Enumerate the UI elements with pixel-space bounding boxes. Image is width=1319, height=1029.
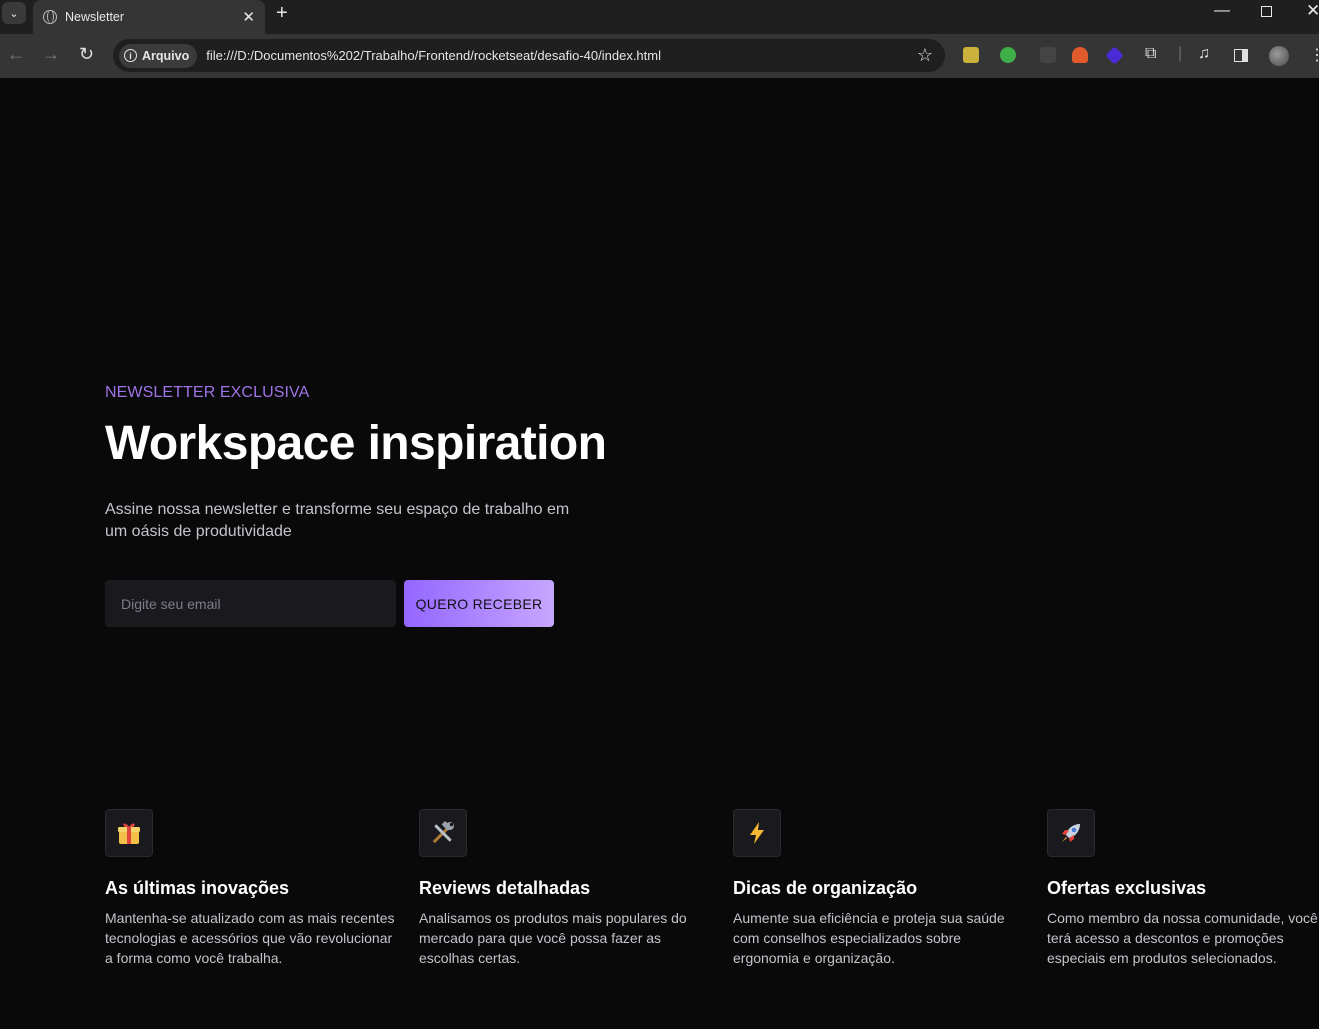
- forward-arrow-icon[interactable]: →: [42, 44, 60, 65]
- feature-card: Ofertas exclusivas Como membro da nossa …: [1047, 809, 1319, 968]
- page-content: NEWSLETTER EXCLUSIVA Workspace inspirati…: [0, 78, 1319, 1029]
- window-close-button[interactable]: ✕: [1306, 1, 1319, 21]
- hero-title: Workspace inspiration: [105, 417, 607, 470]
- feature-text: Analisamos os produtos mais populares do…: [419, 910, 687, 966]
- extension-icon[interactable]: [963, 47, 979, 63]
- side-panel-icon[interactable]: [1234, 49, 1248, 62]
- toolbar-divider: |: [1178, 45, 1183, 62]
- site-info-chip[interactable]: i Arquivo: [119, 43, 198, 68]
- maximize-button[interactable]: [1261, 6, 1272, 17]
- reload-icon[interactable]: ↻: [79, 44, 94, 65]
- hero-section: NEWSLETTER EXCLUSIVA Workspace inspirati…: [105, 384, 665, 627]
- chevron-down-icon: ⌄: [9, 7, 19, 20]
- globe-icon: [43, 10, 57, 24]
- extension-icon[interactable]: [1072, 47, 1088, 63]
- tools-icon: [433, 821, 454, 843]
- feature-title: Dicas de organização: [733, 878, 918, 898]
- info-icon: i: [124, 49, 137, 62]
- address-bar[interactable]: i Arquivo file:///D:/Documentos%202/Trab…: [113, 39, 945, 72]
- gift-icon: [118, 823, 140, 844]
- back-arrow-icon[interactable]: ←: [7, 44, 25, 65]
- hero-tag: NEWSLETTER EXCLUSIVA: [105, 384, 310, 401]
- feature-card: Reviews detalhadas Analisamos os produto…: [419, 809, 709, 968]
- rocket-icon: [1062, 824, 1080, 842]
- tab-title: Newsletter: [65, 10, 125, 24]
- bookmark-star-icon[interactable]: ☆: [917, 45, 933, 66]
- media-queue-icon[interactable]: ♫: [1198, 45, 1210, 63]
- url-text[interactable]: file:///D:/Documentos%202/Trabalho/Front…: [206, 48, 917, 63]
- extension-icon[interactable]: [1105, 46, 1124, 65]
- extension-icon[interactable]: [1040, 47, 1056, 63]
- profile-avatar[interactable]: [1269, 46, 1289, 66]
- site-chip-label: Arquivo: [142, 48, 190, 63]
- feature-card: Dicas de organização Aumente sua eficiên…: [733, 809, 1023, 968]
- new-tab-button[interactable]: +: [276, 3, 288, 23]
- lightning-icon: [750, 822, 764, 844]
- feature-text: Mantenha-se atualizado com as mais recen…: [105, 910, 395, 966]
- feature-icon-box: [1047, 809, 1095, 857]
- feature-title: Ofertas exclusivas: [1047, 878, 1207, 898]
- extension-icon[interactable]: [1000, 47, 1016, 63]
- feature-icon-box: [733, 809, 781, 857]
- newsletter-form: QUERO RECEBER: [105, 580, 554, 627]
- feature-icon-box: [419, 809, 467, 857]
- email-input[interactable]: [105, 580, 396, 627]
- feature-card: As últimas inovações Mantenha-se atualiz…: [105, 809, 395, 968]
- browser-tab-bar: ⌄ Newsletter ✕ + — ✕: [0, 0, 1319, 34]
- active-tab[interactable]: Newsletter ✕: [33, 0, 265, 34]
- feature-text: Como membro da nossa comunidade, você te…: [1047, 910, 1318, 966]
- tab-search-button[interactable]: ⌄: [2, 2, 26, 24]
- extensions-puzzle-icon[interactable]: ⧉: [1145, 45, 1156, 63]
- browser-toolbar: ← → ↻ i Arquivo file:///D:/Documentos%20…: [0, 34, 1319, 78]
- minimize-button[interactable]: —: [1214, 2, 1230, 20]
- tab-close-icon[interactable]: ✕: [242, 8, 255, 26]
- feature-icon-box: [105, 809, 153, 857]
- hero-description: Assine nossa newsletter e transforme seu…: [105, 501, 570, 540]
- kebab-menu-icon[interactable]: ⋮: [1309, 45, 1319, 65]
- subscribe-button[interactable]: QUERO RECEBER: [404, 580, 554, 627]
- feature-title: As últimas inovações: [105, 878, 290, 898]
- feature-text: Aumente sua eficiência e proteja sua saú…: [733, 910, 1005, 966]
- feature-title: Reviews detalhadas: [419, 878, 591, 898]
